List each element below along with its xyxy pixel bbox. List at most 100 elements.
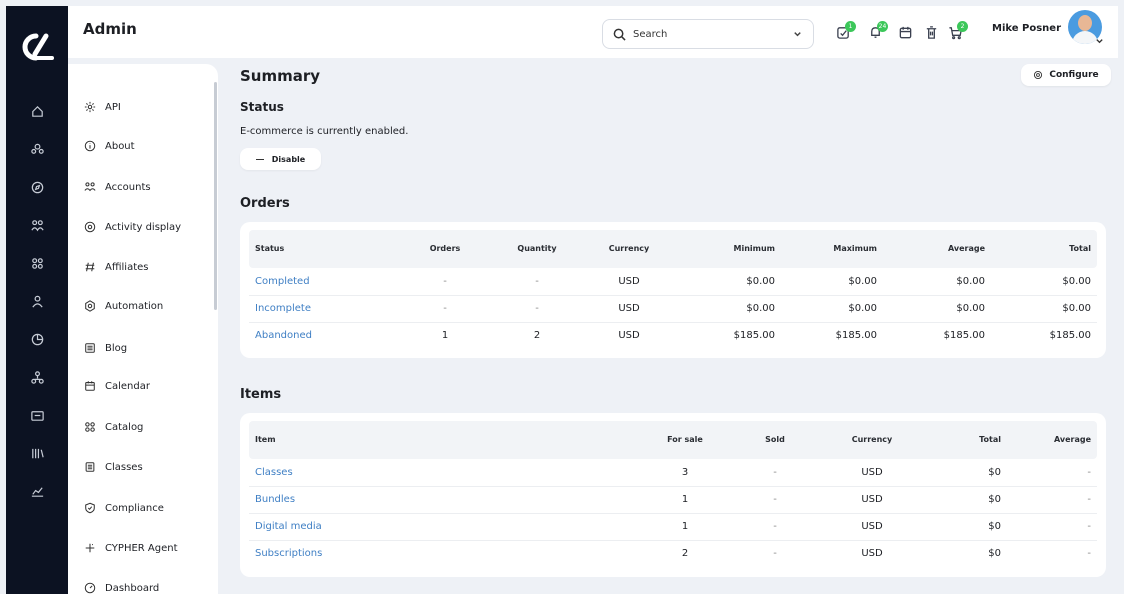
check-badge-icon[interactable]: 1: [834, 21, 856, 43]
dashboard-icon: [84, 582, 96, 594]
table-cell: $0.00: [848, 303, 877, 314]
pie-chart-icon[interactable]: [27, 329, 47, 349]
sidebar-item-compliance[interactable]: Compliance: [84, 498, 164, 518]
order-status-link[interactable]: Abandoned: [255, 330, 312, 341]
settings-sidebar: API About Accounts Activity display Affi…: [68, 64, 218, 594]
table-cell: $185.00: [733, 330, 775, 341]
gear-icon: [84, 101, 96, 113]
cart-icon[interactable]: 2: [946, 21, 968, 43]
column-header: Quantity: [517, 244, 557, 253]
sidebar-item-activity-display[interactable]: Activity display: [84, 217, 181, 237]
column-header: For sale: [667, 435, 703, 444]
table-cell: -: [773, 548, 777, 559]
minus-icon: [255, 158, 264, 160]
table-cell: USD: [618, 330, 640, 341]
table-cell: $0.00: [956, 276, 985, 287]
table-cell: $185.00: [943, 330, 985, 341]
trash-icon[interactable]: [922, 21, 944, 43]
sidebar-item-label: Blog: [105, 342, 128, 354]
order-status-link[interactable]: Incomplete: [255, 303, 311, 314]
activity-icon: [84, 221, 96, 233]
table-cell: -: [535, 303, 539, 314]
table-cell: 3: [681, 467, 689, 478]
sidebar-item-dashboard[interactable]: Dashboard: [84, 578, 159, 594]
table-row: Subscriptions 2 - USD $0 -: [249, 541, 1097, 568]
sidebar-item-catalog[interactable]: Catalog: [84, 417, 143, 437]
table-cell: $0: [988, 467, 1001, 478]
table-cell: $0.00: [746, 276, 775, 287]
bell-badge-icon[interactable]: 24: [866, 21, 888, 43]
table-cell: USD: [618, 276, 640, 287]
table-cell: -: [1087, 467, 1091, 478]
sidebar-item-classes[interactable]: Classes: [84, 457, 143, 477]
chevron-down-icon[interactable]: [1095, 36, 1104, 45]
table-row: Completed - - USD $0.00 $0.00 $0.00 $0.0…: [249, 269, 1097, 296]
compass-icon[interactable]: [27, 177, 47, 197]
user-name[interactable]: Mike Posner: [992, 23, 1061, 34]
chevron-down-icon[interactable]: [792, 28, 803, 39]
people-icon[interactable]: [27, 215, 47, 235]
brand-logo[interactable]: [16, 32, 58, 62]
group-icon[interactable]: [27, 139, 47, 159]
column-header: Currency: [608, 244, 650, 253]
shield-icon: [85, 502, 95, 514]
status-text: E-commerce is currently enabled.: [240, 126, 409, 137]
column-header: Sold: [765, 435, 785, 444]
table-row: Abandoned 1 2 USD $185.00 $185.00 $185.0…: [249, 323, 1097, 350]
table-cell: USD: [861, 521, 883, 532]
sidebar-scrollbar[interactable]: [214, 82, 217, 310]
sidebar-item-label: CYPHER Agent: [105, 542, 178, 554]
item-link[interactable]: Digital media: [255, 521, 322, 532]
configure-button[interactable]: Configure: [1021, 64, 1111, 86]
sidebar-item-affiliates[interactable]: Affiliates: [84, 257, 148, 277]
gear-icon: [1034, 70, 1043, 80]
id-card-icon[interactable]: [27, 405, 47, 425]
table-cell: $0.00: [956, 303, 985, 314]
column-header: Minimum: [733, 244, 775, 253]
sidebar-item-label: Affiliates: [105, 261, 149, 273]
table-cell: $0.00: [1062, 276, 1091, 287]
item-link[interactable]: Subscriptions: [255, 548, 322, 559]
line-chart-icon[interactable]: [27, 481, 47, 501]
column-header: Currency: [851, 435, 893, 444]
table-cell: -: [773, 521, 777, 532]
column-header: Total: [979, 435, 1001, 444]
table-cell: -: [535, 276, 539, 287]
sidebar-item-accounts[interactable]: Accounts: [84, 177, 151, 197]
table-cell: 1: [441, 330, 449, 341]
table-cell: -: [1087, 548, 1091, 559]
accounts-icon: [84, 182, 96, 192]
calendar-icon[interactable]: [896, 21, 918, 43]
search-input[interactable]: Search: [602, 19, 814, 49]
sidebar-item-label: Calendar: [105, 380, 150, 392]
column-header: Maximum: [833, 244, 877, 253]
order-status-link[interactable]: Completed: [255, 276, 310, 287]
orders-heading: Orders: [240, 196, 290, 211]
sidebar-item-about[interactable]: About: [84, 136, 135, 156]
sidebar-item-blog[interactable]: Blog: [84, 338, 127, 358]
grid-icon[interactable]: [27, 253, 47, 273]
home-icon[interactable]: [27, 101, 47, 121]
sidebar-item-calendar[interactable]: Calendar: [84, 376, 150, 396]
sidebar-item-label: Catalog: [105, 421, 144, 433]
sidebar-item-api[interactable]: API: [84, 97, 121, 117]
library-icon[interactable]: [27, 443, 47, 463]
sidebar-item-label: Classes: [105, 461, 143, 473]
table-cell: $185.00: [1049, 330, 1091, 341]
table-header: Status Orders Quantity Currency Minimum …: [249, 230, 1097, 268]
sidebar-item-automation[interactable]: Automation: [84, 296, 163, 316]
sidebar-item-label: About: [105, 140, 135, 152]
column-header: Total: [1069, 244, 1091, 253]
item-link[interactable]: Classes: [255, 467, 293, 478]
table-cell: 2: [533, 330, 541, 341]
info-icon: [84, 140, 96, 152]
catalog-icon: [85, 422, 95, 432]
table-cell: -: [1087, 494, 1091, 505]
person-icon[interactable]: [27, 291, 47, 311]
sidebar-item-label: Compliance: [105, 502, 164, 514]
network-icon[interactable]: [27, 367, 47, 387]
sidebar-item-cypher-agent[interactable]: CYPHER Agent: [84, 538, 178, 558]
table-cell: USD: [618, 303, 640, 314]
item-link[interactable]: Bundles: [255, 494, 295, 505]
disable-button[interactable]: Disable: [240, 148, 321, 170]
